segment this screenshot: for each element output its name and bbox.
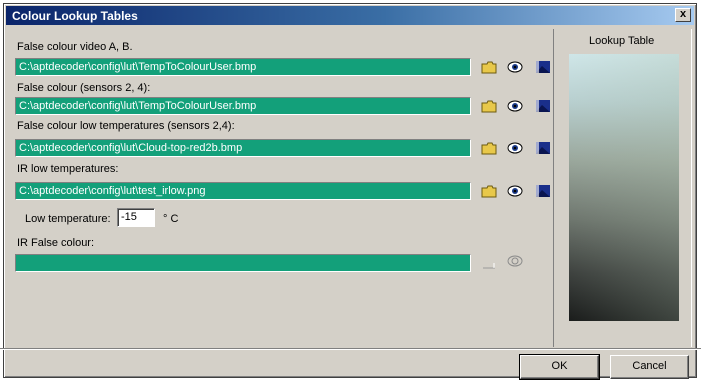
path-field-ir-false-colour[interactable] (15, 254, 471, 272)
path-field-video-ab[interactable]: C:\aptdecoder\config\lut\TempToColourUse… (15, 58, 471, 76)
image-icon[interactable] (533, 97, 553, 115)
cancel-button[interactable]: Cancel (610, 355, 689, 379)
close-button[interactable]: x (675, 8, 691, 22)
low-temperature-label: Low temperature: (25, 213, 111, 225)
section-label-low-temps: False colour low temperatures (sensors 2… (17, 120, 235, 132)
ok-button[interactable]: OK (519, 354, 600, 380)
eye-icon[interactable] (505, 97, 525, 115)
path-field-ir-low[interactable]: C:\aptdecoder\config\lut\test_irlow.png (15, 182, 471, 200)
ir-false-colour-label: IR False colour: (17, 237, 95, 249)
eye-icon[interactable] (505, 58, 525, 76)
bottom-separator (0, 348, 701, 349)
eye-icon[interactable] (505, 139, 525, 157)
image-icon[interactable] (533, 182, 553, 200)
title-bar[interactable]: Colour Lookup Tables x (6, 6, 694, 25)
folder-icon[interactable] (479, 182, 499, 200)
eye-icon (505, 252, 525, 270)
image-icon[interactable] (533, 139, 553, 157)
folder-icon (479, 254, 499, 272)
section-label-video-ab: False colour video A, B. (17, 41, 133, 53)
folder-icon[interactable] (479, 97, 499, 115)
eye-icon[interactable] (505, 182, 525, 200)
section-label-ir-low: IR low temperatures: (17, 163, 119, 175)
lookup-table-preview (569, 54, 679, 321)
path-field-sensors[interactable]: C:\aptdecoder\config\lut\TempToColourUse… (15, 97, 471, 115)
section-label-sensors: False colour (sensors 2, 4): (17, 82, 151, 94)
dialog-title: Colour Lookup Tables (12, 8, 138, 23)
close-icon: x (679, 8, 687, 20)
lookup-table-label: Lookup Table (589, 35, 655, 47)
folder-icon[interactable] (479, 58, 499, 76)
low-temperature-input[interactable]: -15 (117, 208, 155, 227)
path-field-low-temps[interactable]: C:\aptdecoder\config\lut\Cloud-top-red2b… (15, 139, 471, 157)
folder-icon[interactable] (479, 139, 499, 157)
temperature-unit: ° C (163, 213, 179, 225)
image-icon[interactable] (533, 58, 553, 76)
